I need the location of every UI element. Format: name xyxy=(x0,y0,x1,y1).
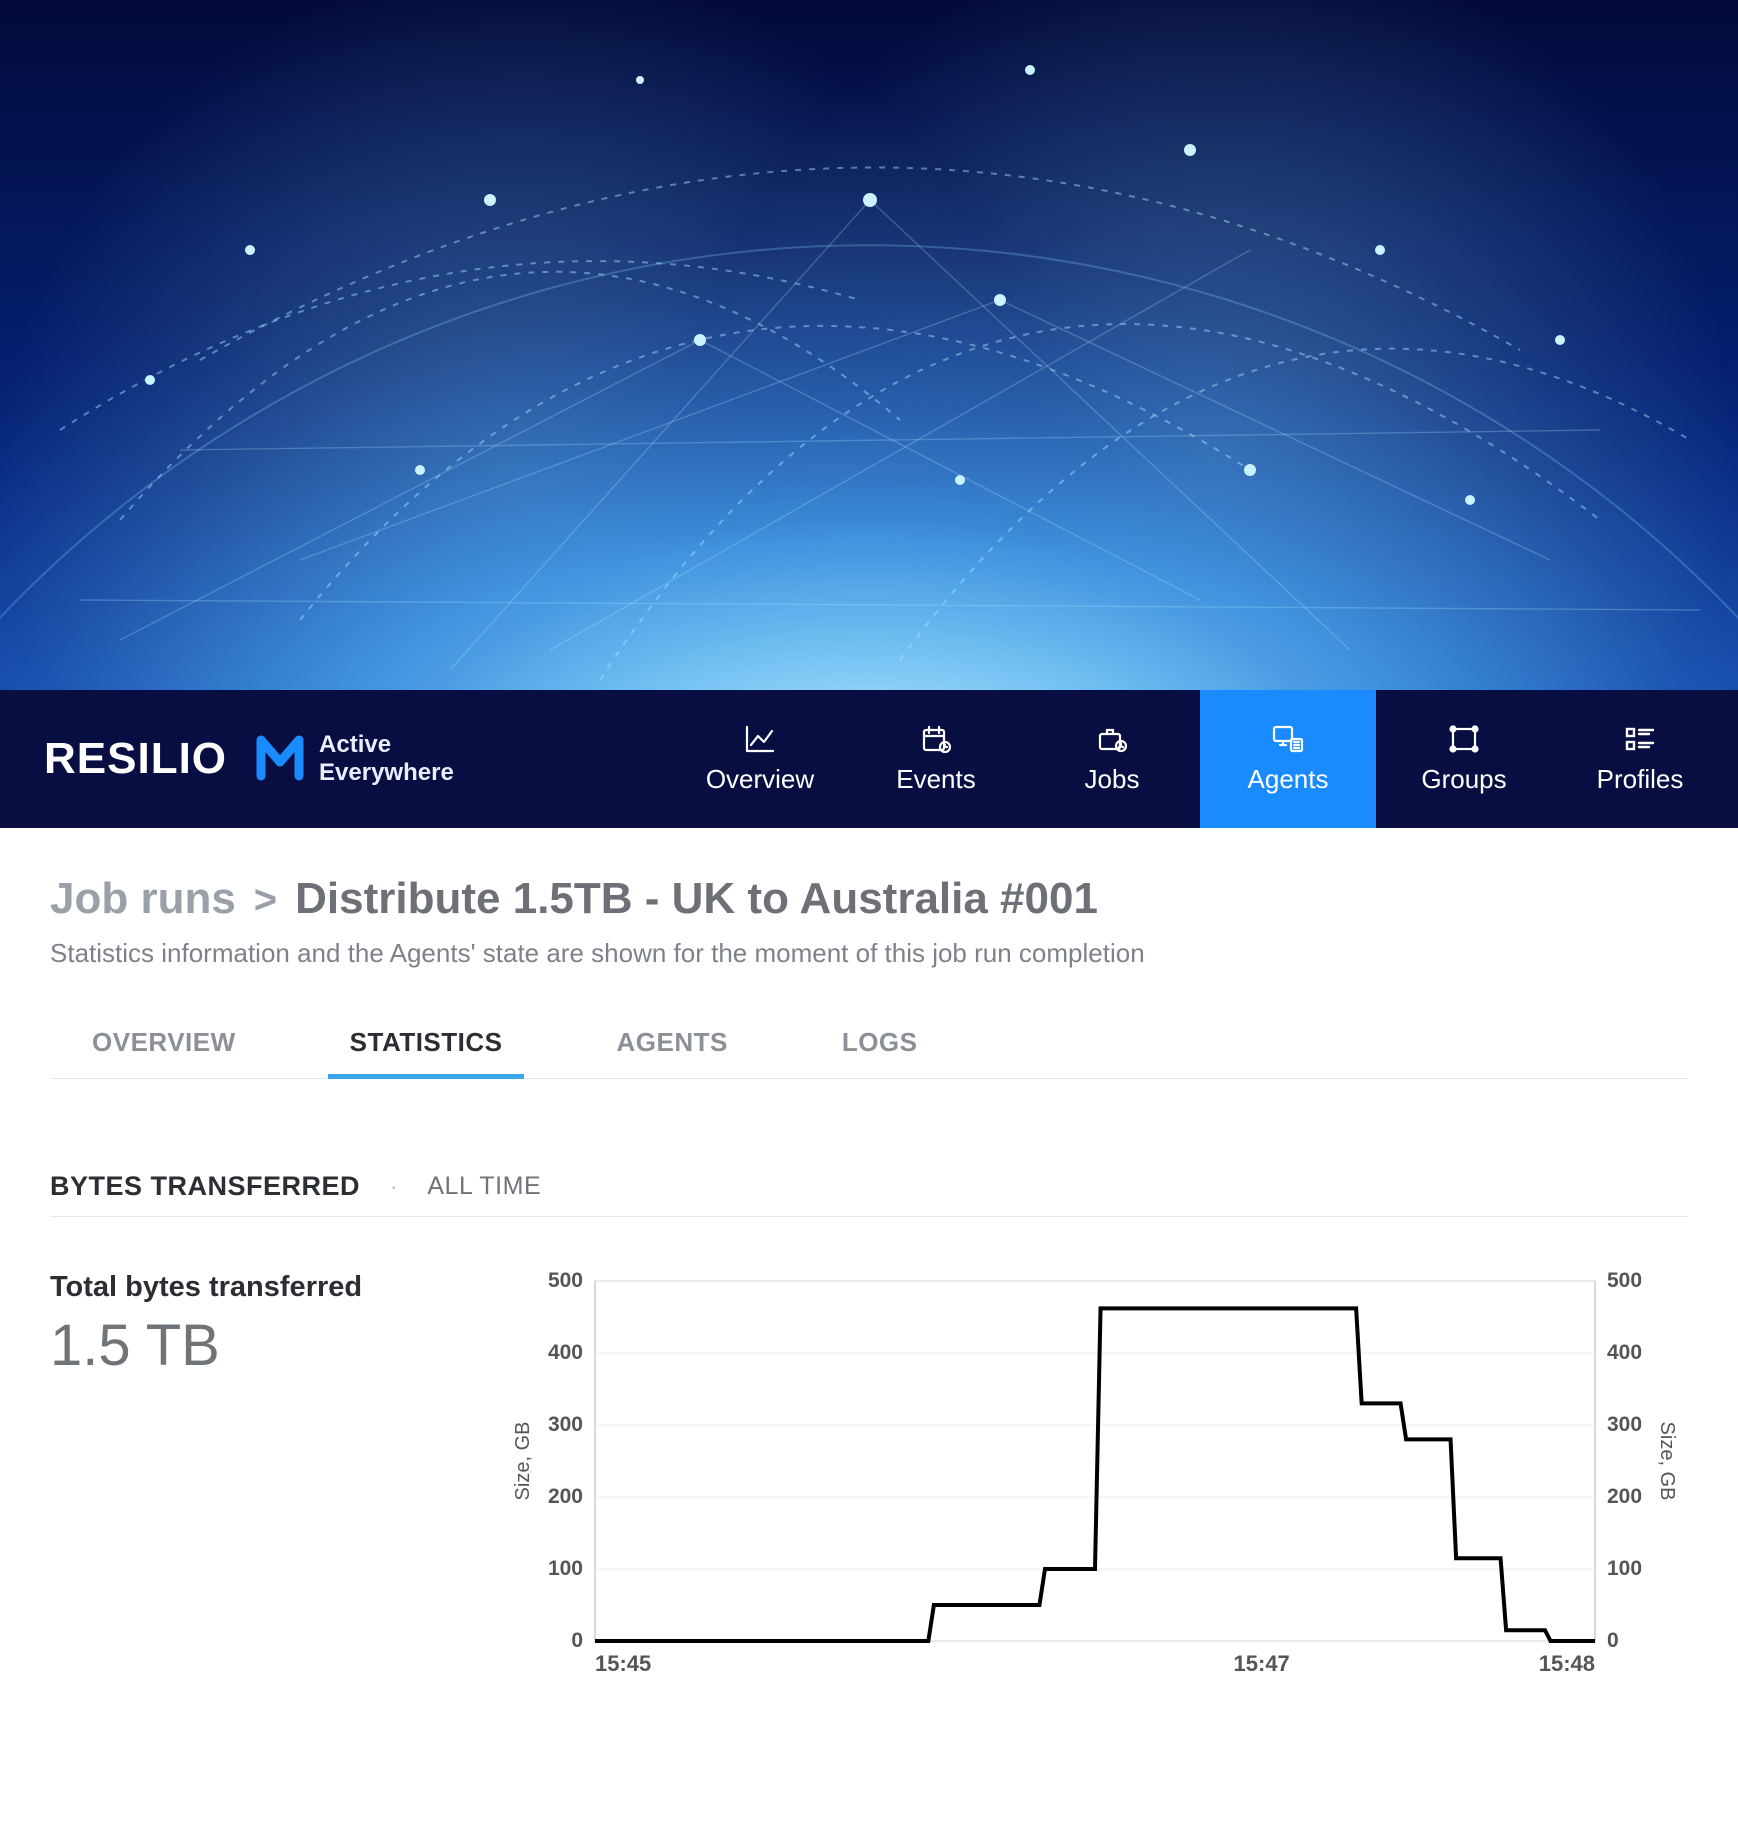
chevron-right-icon: > xyxy=(254,878,277,923)
svg-text:500: 500 xyxy=(548,1271,583,1292)
svg-text:0: 0 xyxy=(1607,1629,1619,1652)
nav-label: Agents xyxy=(1248,764,1329,795)
nav-item-jobs[interactable]: Jobs xyxy=(1024,690,1200,828)
tab-agents[interactable]: AGENTS xyxy=(614,1015,729,1078)
page-content: Job runs > Distribute 1.5TB - UK to Aust… xyxy=(0,828,1738,1811)
svg-text:400: 400 xyxy=(548,1341,583,1364)
nav-item-agents[interactable]: Agents xyxy=(1200,690,1376,828)
brand-block: RESILIO Active Everywhere xyxy=(44,690,454,828)
briefcase-icon xyxy=(1095,724,1129,754)
nav-items: Overview Events Jobs xyxy=(672,690,1728,828)
tab-statistics[interactable]: STATISTICS xyxy=(348,1015,505,1078)
nav-item-events[interactable]: Events xyxy=(848,690,1024,828)
svg-text:400: 400 xyxy=(1607,1341,1642,1364)
sub-tabs: OVERVIEW STATISTICS AGENTS LOGS xyxy=(50,1015,1688,1079)
timerange-selector[interactable]: ALL TIME xyxy=(427,1172,541,1201)
profiles-icon xyxy=(1623,724,1657,754)
page-subtitle: Statistics information and the Agents' s… xyxy=(50,938,1688,969)
nav-label: Profiles xyxy=(1597,764,1684,795)
total-summary: Total bytes transferred 1.5 TB xyxy=(50,1271,460,1691)
brand-logo-text: RESILIO xyxy=(44,734,227,784)
nav-label: Overview xyxy=(706,764,814,795)
tab-overview[interactable]: OVERVIEW xyxy=(90,1015,238,1078)
svg-text:300: 300 xyxy=(548,1413,583,1436)
groups-icon xyxy=(1447,724,1481,754)
bytes-transferred-section: BYTES TRANSFERRED · ALL TIME Total bytes… xyxy=(50,1079,1688,1691)
svg-text:15:48: 15:48 xyxy=(1539,1651,1595,1676)
brand-mark-icon xyxy=(255,732,305,787)
breadcrumb-current: Distribute 1.5TB - UK to Australia #001 xyxy=(295,874,1098,924)
bytes-transferred-chart: 0 100 200 300 400 500 0 100 200 300 400 500 15:45 15:… xyxy=(500,1271,1690,1691)
hero-banner xyxy=(0,0,1738,690)
svg-text:300: 300 xyxy=(1607,1413,1642,1436)
chart-icon xyxy=(743,724,777,754)
agents-icon xyxy=(1271,724,1305,754)
nav-label: Events xyxy=(896,764,976,795)
main-navbar: RESILIO Active Everywhere Overview xyxy=(0,690,1738,828)
breadcrumb-parent[interactable]: Job runs xyxy=(50,874,236,924)
dot-separator: · xyxy=(390,1174,397,1200)
svg-text:Size, GB: Size, GB xyxy=(512,1422,534,1501)
svg-text:0: 0 xyxy=(571,1629,583,1652)
svg-text:100: 100 xyxy=(1607,1557,1642,1580)
svg-text:15:47: 15:47 xyxy=(1234,1651,1290,1676)
breadcrumb: Job runs > Distribute 1.5TB - UK to Aust… xyxy=(50,874,1688,924)
svg-text:500: 500 xyxy=(1607,1271,1642,1292)
nav-item-groups[interactable]: Groups xyxy=(1376,690,1552,828)
nav-item-overview[interactable]: Overview xyxy=(672,690,848,828)
nav-label: Groups xyxy=(1421,764,1506,795)
nav-item-profiles[interactable]: Profiles xyxy=(1552,690,1728,828)
tab-logs[interactable]: LOGS xyxy=(840,1015,920,1078)
brand-tagline-line1: Active xyxy=(319,731,454,759)
brand-tagline: Active Everywhere xyxy=(255,731,454,786)
svg-text:200: 200 xyxy=(548,1485,583,1508)
nav-label: Jobs xyxy=(1085,764,1140,795)
section-title: BYTES TRANSFERRED xyxy=(50,1171,360,1202)
brand-tagline-line2: Everywhere xyxy=(319,759,454,787)
svg-text:100: 100 xyxy=(548,1557,583,1580)
calendar-icon xyxy=(919,724,953,754)
svg-text:15:45: 15:45 xyxy=(595,1651,651,1676)
svg-text:200: 200 xyxy=(1607,1485,1642,1508)
svg-text:Size, GB: Size, GB xyxy=(1656,1422,1678,1501)
total-label: Total bytes transferred xyxy=(50,1271,460,1304)
total-value: 1.5 TB xyxy=(50,1312,460,1379)
